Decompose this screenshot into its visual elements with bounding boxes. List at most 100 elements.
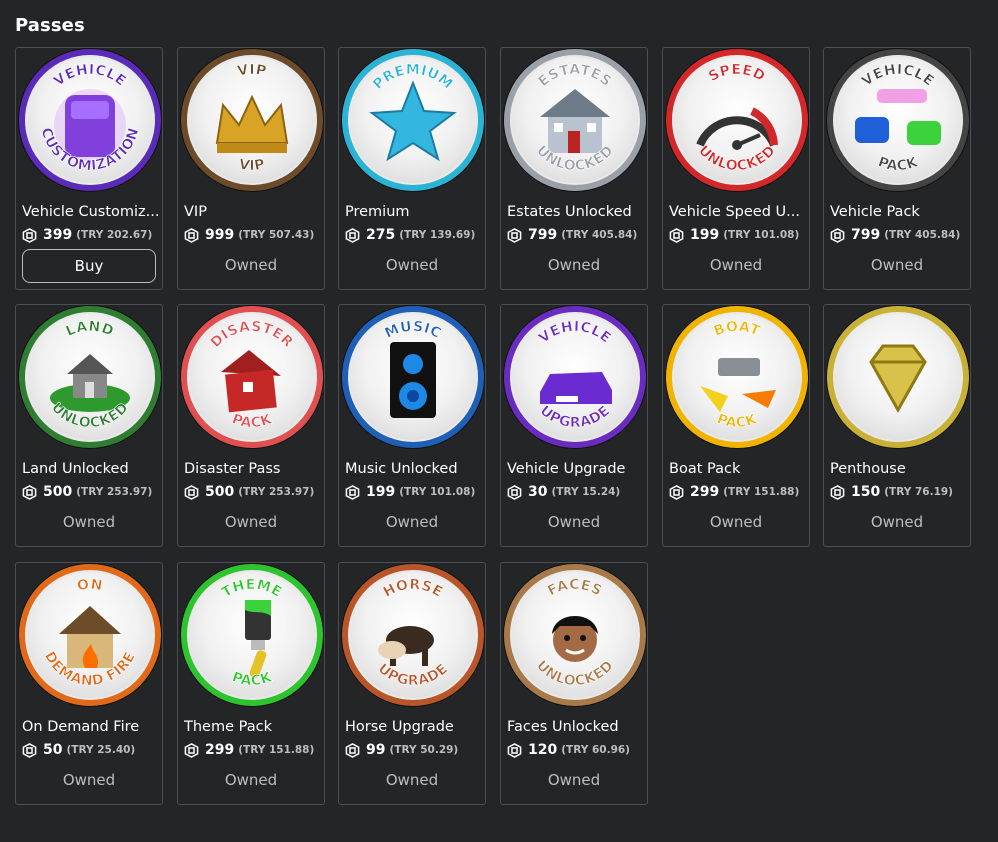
owned-label: Owned [62,513,116,531]
pass-name[interactable]: Estates Unlocked [507,204,645,220]
badge-top-label: VIP [236,62,268,80]
badge-top-label: LAND [64,319,116,340]
pass-card[interactable]: THEME PACK Theme Pack 299 (TRY 151.88) Owned [177,562,325,805]
robux-price: 30 [528,484,548,500]
badge-top-label: ESTATES [536,62,615,90]
robux-price: 199 [366,484,396,500]
broken-house-icon[interactable]: DISASTER PACK [181,306,323,448]
robux-price: 199 [690,227,720,243]
pass-name[interactable]: Horse Upgrade [345,719,483,735]
pass-card[interactable]: FACES UNLOCKED Faces Unlocked 120 (TRY 60.96… [500,562,648,805]
pass-name[interactable]: Music Unlocked [345,461,483,477]
robux-price: 999 [205,227,235,243]
owned-label: Owned [62,771,116,789]
horse-icon[interactable]: HORSE UPGRADE [342,564,484,706]
price-row: 299 (TRY 151.88) [669,483,799,501]
pass-card[interactable]: HORSE UPGRADE Horse Upgrade 99 (TRY 50.29) Ow… [338,562,486,805]
robux-icon [22,742,37,758]
car-icon[interactable]: VEHICLE CUSTOMIZATION [19,49,161,191]
pass-card[interactable]: VEHICLE PACK Vehicle Pack 799 (TRY 405.84) Ow… [823,47,971,290]
car-upgrade-icon[interactable]: VEHICLE UPGRADE [504,306,646,448]
badge-bottom-label: VIP [238,156,267,174]
pass-name[interactable]: Vehicle Customiz... [22,204,160,220]
pass-card[interactable]: DISASTER PACK Disaster Pass 500 (TRY 253.97)… [177,304,325,547]
pass-name[interactable]: Premium [345,204,483,220]
robux-price: 99 [366,742,386,758]
local-price: (TRY 50.29) [389,744,459,756]
robux-price: 299 [690,484,720,500]
local-price: (TRY 507.43) [238,229,315,241]
cars-icon[interactable]: VEHICLE PACK [827,49,969,191]
pass-name[interactable]: Faces Unlocked [507,719,645,735]
house-icon[interactable]: ESTATES UNLOCKED [504,49,646,191]
price-row: 150 (TRY 76.19) [830,483,953,501]
price-row: 199 (TRY 101.08) [345,483,475,501]
robux-icon [507,227,522,243]
price-row: 799 (TRY 405.84) [507,226,637,244]
badge-bottom-label: PACK [715,411,760,431]
brush-icon[interactable]: THEME PACK [181,564,323,706]
boat-icon[interactable]: BOAT PACK [666,306,808,448]
price-row: 199 (TRY 101.08) [669,226,799,244]
robux-icon [22,227,37,243]
robux-price: 799 [528,227,558,243]
pass-card[interactable]: LAND UNLOCKED Land Unlocked 500 (TRY 253.97)… [15,304,163,547]
pass-name[interactable]: Vehicle Speed U... [669,204,807,220]
pass-card[interactable]: BOAT PACK Boat Pack 299 (TRY 151.88) Owned [662,304,810,547]
crown-icon[interactable]: VIP VIP [181,49,323,191]
pass-card[interactable]: Penthouse 150 (TRY 76.19) Owned [823,304,971,547]
pass-card[interactable]: VEHICLE UPGRADE Vehicle Upgrade 30 (TRY 15.2… [500,304,648,547]
owned-label: Owned [224,771,278,789]
pass-name[interactable]: Penthouse [830,461,968,477]
speedometer-icon[interactable]: SPEED UNLOCKED [666,49,808,191]
pass-card[interactable]: VEHICLE CUSTOMIZATION Vehicle Customiz... 3… [15,47,163,290]
pass-card[interactable]: ESTATES UNLOCKED Estates Unlocked 799 (TRY 4… [500,47,648,290]
robux-price: 275 [366,227,396,243]
owned-label: Owned [870,513,924,531]
badge-bottom-label: UPGRADE [375,661,452,689]
pass-name[interactable]: Land Unlocked [22,461,160,477]
local-price: (TRY 76.19) [884,486,953,498]
robux-icon [507,742,522,758]
buy-button[interactable]: Buy [22,249,156,283]
pass-name[interactable]: Vehicle Pack [830,204,968,220]
pass-name[interactable]: VIP [184,204,322,220]
local-price: (TRY 202.67) [76,229,153,241]
local-price: (TRY 101.08) [399,486,476,498]
pass-card[interactable]: MUSIC Music Unlocked 199 (TRY 101.08) Owned [338,304,486,547]
pass-card[interactable]: SPEED UNLOCKED Vehicle Speed U... 199 (TRY 1… [662,47,810,290]
pass-card[interactable]: PREMIUM Premium 275 (TRY 139.69) Owned [338,47,486,290]
robux-icon [184,742,199,758]
owned-label: Owned [385,513,439,531]
badge-top-label: VEHICLE [536,319,614,347]
owned-label: Owned [224,513,278,531]
robux-icon [345,484,360,500]
fire-house-icon[interactable]: ON DEMAND FIRE [19,564,161,706]
pass-name[interactable]: Boat Pack [669,461,807,477]
owned-label: Owned [224,256,278,274]
local-price: (TRY 60.96) [561,744,630,756]
price-row: 500 (TRY 253.97) [22,483,152,501]
face-icon[interactable]: FACES UNLOCKED [504,564,646,706]
owned-label: Owned [547,771,601,789]
section-title: Passes [15,15,85,36]
badge-bottom-label: UPGRADE [537,403,614,431]
land-icon[interactable]: LAND UNLOCKED [19,306,161,448]
speaker-icon[interactable]: MUSIC [342,306,484,448]
badge-top-label: SPEED [706,62,768,85]
pass-card[interactable]: VIP VIP VIP 999 (TRY 507.43) Owned [177,47,325,290]
pass-name[interactable]: Disaster Pass [184,461,322,477]
local-price: (TRY 25.40) [66,744,136,756]
pass-card[interactable]: ON DEMAND FIRE On Demand Fire 50 (TRY 25.40)… [15,562,163,805]
owned-label: Owned [547,256,601,274]
pass-name[interactable]: On Demand Fire [22,719,160,735]
pass-name[interactable]: Theme Pack [184,719,322,735]
robux-icon [830,227,845,243]
robux-icon [184,484,199,500]
diamond-icon[interactable] [827,306,969,448]
owned-label: Owned [709,256,763,274]
badge-top-label: THEME [219,577,284,601]
owned-label: Owned [709,513,763,531]
pass-name[interactable]: Vehicle Upgrade [507,461,645,477]
star-icon[interactable]: PREMIUM [342,49,484,191]
